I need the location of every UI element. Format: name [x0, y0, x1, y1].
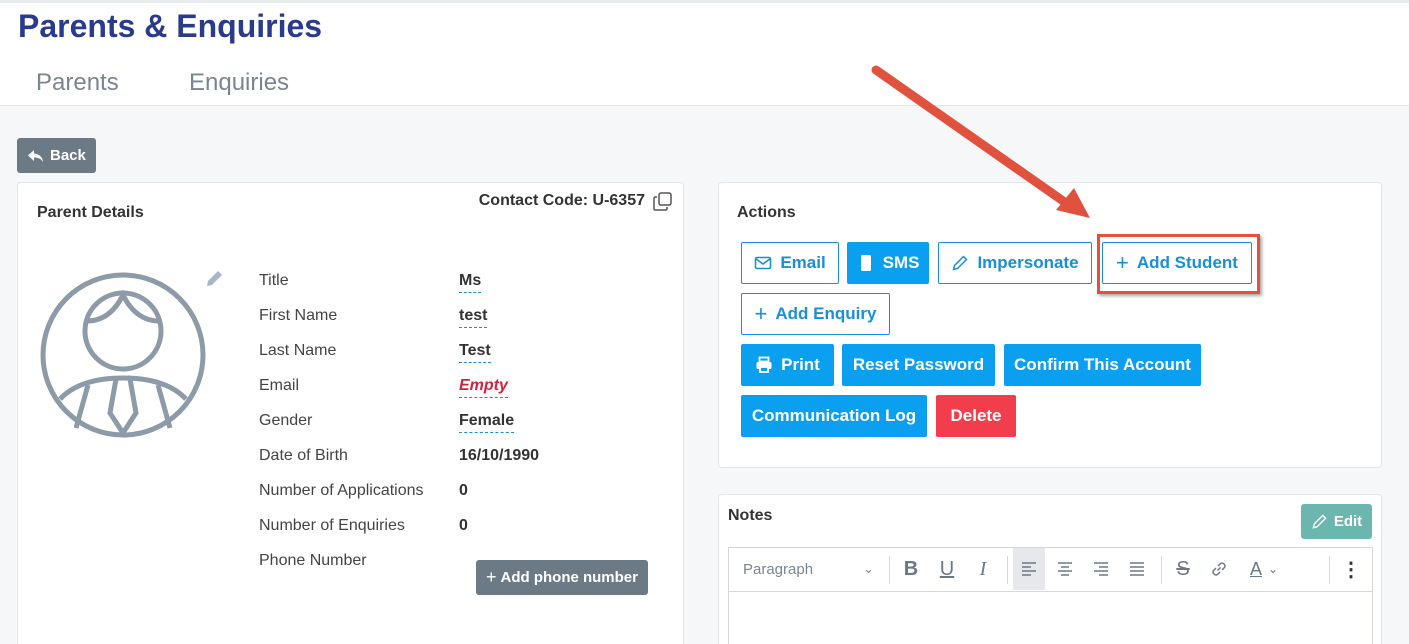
text-color-icon[interactable]: A ⌄: [1241, 548, 1287, 590]
bold-icon[interactable]: B: [895, 548, 927, 590]
paragraph-style-value: Paragraph: [743, 560, 814, 578]
field-value-title[interactable]: Ms: [459, 272, 482, 293]
add-enquiry-button-label: Add Enquiry: [775, 304, 877, 323]
chevron-down-icon: ⌄: [863, 561, 874, 576]
plus-icon: +: [754, 301, 768, 326]
impersonate-button-label: Impersonate: [977, 253, 1079, 272]
email-button-label: Email: [780, 253, 826, 272]
notes-editor-area[interactable]: [728, 591, 1373, 644]
page-header: Parents & Enquiries Parents Enquiries: [0, 0, 1409, 106]
annotation-arrow-icon: [871, 65, 1090, 218]
field-value-date-of-birth: 16/10/1990: [459, 447, 540, 464]
plus-icon: +: [485, 567, 497, 587]
actions-title: Actions: [737, 204, 796, 221]
align-center-icon[interactable]: [1049, 548, 1081, 590]
communication-log-button-label: Communication Log: [751, 406, 917, 425]
reply-arrow-icon: [28, 149, 43, 162]
field-label-number-of-enquiries: Number of Enquiries: [259, 517, 405, 534]
align-right-icon[interactable]: [1085, 548, 1117, 590]
field-label-phone-number: Phone Number: [259, 552, 367, 569]
align-justify-icon[interactable]: [1121, 548, 1153, 590]
envelope-icon: [755, 256, 772, 270]
delete-button[interactable]: Delete: [936, 395, 1016, 437]
add-phone-number-label: Add phone number: [500, 569, 639, 586]
paragraph-style-select[interactable]: Paragraph ⌄: [743, 548, 883, 590]
align-left-icon[interactable]: [1013, 548, 1045, 590]
notes-edit-label: Edit: [1333, 513, 1363, 530]
confirm-account-button-label: Confirm This Account: [1014, 355, 1191, 374]
field-label-last-name: Last Name: [259, 342, 337, 359]
delete-button-label: Delete: [950, 406, 1002, 425]
field-label-first-name: First Name: [259, 307, 338, 324]
notes-edit-button[interactable]: Edit: [1301, 504, 1372, 539]
back-button-label: Back: [50, 147, 86, 164]
annotation-highlight-box: [1097, 234, 1260, 294]
link-icon[interactable]: [1203, 548, 1235, 590]
field-label-date-of-birth: Date of Birth: [259, 447, 348, 464]
print-button-label: Print: [781, 355, 820, 374]
field-label-email: Email: [259, 377, 300, 394]
field-value-number-of-applications: 0: [459, 482, 468, 499]
field-value-last-name[interactable]: Test: [459, 342, 491, 363]
mobile-phone-icon: [860, 255, 871, 271]
parent-details-card: Parent Details Contact Code: U-6357 Titl…: [17, 182, 684, 644]
notes-card: Notes Edit Paragraph ⌄ B U I S A ⌄ ⋮: [718, 494, 1382, 644]
sms-button[interactable]: SMS: [847, 242, 929, 284]
reset-password-button[interactable]: Reset Password: [842, 344, 995, 386]
notes-title: Notes: [728, 507, 773, 524]
add-enquiry-button[interactable]: + Add Enquiry: [741, 293, 890, 335]
field-value-email[interactable]: Empty: [459, 377, 508, 398]
printer-icon: [756, 356, 772, 373]
strikethrough-icon[interactable]: S: [1167, 548, 1199, 590]
reset-password-button-label: Reset Password: [852, 355, 985, 374]
communication-log-button[interactable]: Communication Log: [741, 395, 927, 437]
field-value-first-name[interactable]: test: [459, 307, 488, 328]
field-label-title: Title: [259, 272, 289, 289]
parent-details-title: Parent Details: [37, 204, 144, 221]
copy-icon[interactable]: [653, 192, 672, 211]
avatar: [40, 272, 206, 438]
edit-avatar-pencil-icon[interactable]: [204, 269, 224, 289]
rich-text-toolbar: Paragraph ⌄ B U I S A ⌄ ⋮: [728, 547, 1373, 591]
print-button[interactable]: Print: [741, 344, 834, 386]
contact-code: Contact Code: U-6357: [478, 192, 645, 209]
pencil-icon: [952, 255, 969, 271]
sms-button-label: SMS: [882, 253, 920, 272]
field-label-gender: Gender: [259, 412, 313, 429]
back-button[interactable]: Back: [17, 138, 96, 173]
email-button[interactable]: Email: [741, 242, 839, 284]
tab-enquiries[interactable]: Enquiries: [189, 69, 289, 97]
italic-icon[interactable]: I: [967, 548, 999, 590]
field-value-gender[interactable]: Female: [459, 412, 515, 433]
underline-icon[interactable]: U: [931, 548, 963, 590]
field-value-number-of-enquiries: 0: [459, 517, 468, 534]
confirm-account-button[interactable]: Confirm This Account: [1004, 344, 1201, 386]
more-options-icon[interactable]: ⋮: [1335, 548, 1367, 590]
tab-parents[interactable]: Parents: [36, 69, 119, 97]
add-phone-number-button[interactable]: + Add phone number: [476, 560, 648, 595]
field-label-number-of-applications: Number of Applications: [259, 482, 424, 499]
impersonate-button[interactable]: Impersonate: [938, 242, 1092, 284]
page-title: Parents & Enquiries: [18, 8, 323, 44]
pencil-icon: [1312, 514, 1327, 529]
